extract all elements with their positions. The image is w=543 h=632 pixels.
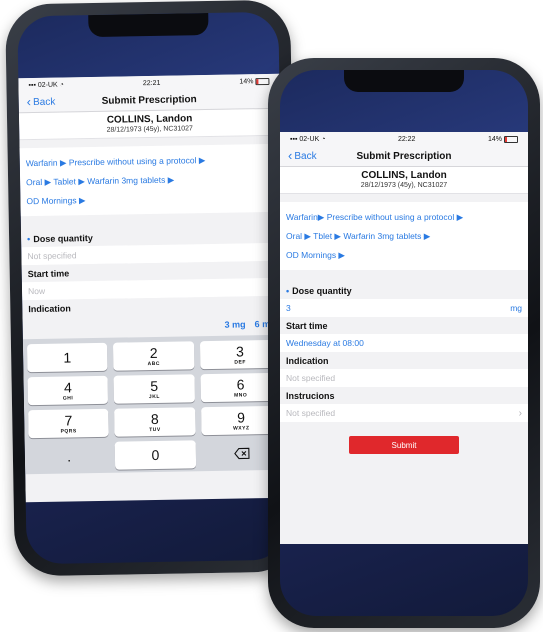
status-time: 22:22 bbox=[397, 135, 416, 143]
chevron-left-icon: ‹ bbox=[26, 94, 32, 110]
key-0[interactable]: 0 bbox=[115, 440, 196, 470]
instructions-field[interactable]: Not specified › bbox=[280, 404, 528, 422]
chevron-right-icon: › bbox=[518, 407, 522, 419]
key-2[interactable]: 2 ABC bbox=[113, 341, 195, 371]
prescription-breadcrumb[interactable]: Warfarin▶ Prescribe without using a prot… bbox=[280, 202, 528, 270]
battery: 14% bbox=[239, 77, 270, 85]
app-view: ▪▪▪ 02-UK ◔ 22:21 14% ‹ Back Submit Presc… bbox=[18, 73, 287, 503]
key-1[interactable]: 1 bbox=[26, 342, 108, 373]
dose-quantity-label: • Dose quantity bbox=[280, 282, 528, 299]
dose-unit: mg bbox=[510, 303, 522, 313]
required-dot-icon: • bbox=[286, 285, 290, 296]
quick-dose-option[interactable]: 3 mg bbox=[225, 319, 246, 329]
key-4[interactable]: 4 GHI bbox=[27, 375, 109, 406]
phone-left-screen: ▪▪▪ 02-UK ◔ 22:21 14% ‹ Back Submit Presc… bbox=[17, 11, 288, 565]
carrier-label: ▪▪▪ 02-UK ◔ bbox=[28, 81, 64, 89]
phone-right: ▪▪▪ 02-UK ◔ 22:22 14% ‹ Back Submit Presc… bbox=[268, 58, 540, 628]
key-7[interactable]: 7 PQRS bbox=[28, 408, 109, 439]
chevron-left-icon: ‹ bbox=[288, 148, 293, 163]
wifi-icon: ◔ bbox=[59, 81, 64, 89]
breadcrumb-line[interactable]: Warfarin▶ Prescribe without using a prot… bbox=[286, 208, 522, 227]
breadcrumb-line[interactable]: OD Mornings ▶ bbox=[286, 246, 522, 265]
numeric-keypad: 1 2 ABC 3 DEF 4 GHI 5 JKL 6 MNO 7 PQRS 8 TUV 9W… bbox=[22, 334, 287, 475]
required-dot-icon: • bbox=[27, 233, 31, 244]
nav-bar: ‹ Back Submit Prescription bbox=[280, 146, 528, 167]
carrier-label: ▪▪▪ 02-UK ◔ bbox=[290, 135, 326, 143]
indication-label: Indication bbox=[280, 352, 528, 369]
submit-button[interactable]: Submit bbox=[349, 436, 459, 454]
phone-left: ▪▪▪ 02-UK ◔ 22:21 14% ‹ Back Submit Presc… bbox=[5, 0, 300, 577]
indication-field[interactable]: Not specified bbox=[280, 369, 528, 387]
prescription-breadcrumb[interactable]: Warfarin ▶ Prescribe without using a pro… bbox=[19, 143, 282, 217]
status-time: 22:21 bbox=[142, 79, 161, 87]
patient-banner: COLLINS, Landon 28/12/1973 (45y), NC3102… bbox=[280, 167, 528, 194]
breadcrumb-line[interactable]: Oral ▶ Tblet ▶ Warfarin 3mg tablets ▶ bbox=[286, 227, 522, 246]
battery: 14% bbox=[488, 135, 518, 143]
back-button[interactable]: ‹ Back bbox=[280, 148, 317, 163]
notch bbox=[344, 70, 464, 92]
page-title: Submit Prescription bbox=[356, 150, 452, 162]
signal-icon: ▪▪▪ bbox=[290, 135, 300, 143]
key-5[interactable]: 5 JKL bbox=[113, 374, 195, 404]
back-button[interactable]: ‹ Back bbox=[19, 94, 56, 110]
backspace-icon bbox=[234, 447, 250, 460]
patient-name: COLLINS, Landon bbox=[361, 170, 447, 181]
wifi-icon: ◔ bbox=[321, 135, 326, 143]
breadcrumb-line[interactable]: OD Mornings ▶ bbox=[26, 188, 275, 211]
dose-quantity-input[interactable]: 3 mg bbox=[280, 299, 528, 317]
page-title: Submit Prescription bbox=[101, 93, 197, 107]
dose-value: 3 bbox=[286, 303, 291, 313]
battery-icon bbox=[504, 135, 518, 143]
start-time-field[interactable]: Wednesday at 08:00 bbox=[280, 334, 528, 352]
status-bar: ▪▪▪ 02-UK ◔ 22:22 14% bbox=[280, 132, 528, 146]
key-dot[interactable]: . bbox=[29, 442, 110, 471]
instructions-label: Instrucions bbox=[280, 387, 528, 404]
patient-details: 28/12/1973 (45y), NC31027 bbox=[360, 182, 448, 189]
key-8[interactable]: 8 TUV bbox=[114, 407, 196, 437]
notch bbox=[87, 12, 209, 38]
patient-banner: COLLINS, Landon 28/12/1973 (45y), NC3102… bbox=[18, 108, 281, 141]
battery-icon bbox=[255, 77, 270, 85]
phone-right-screen: ▪▪▪ 02-UK ◔ 22:22 14% ‹ Back Submit Presc… bbox=[280, 70, 528, 616]
app-view: ▪▪▪ 02-UK ◔ 22:22 14% ‹ Back Submit Presc… bbox=[280, 132, 528, 544]
start-time-label: Start time bbox=[280, 317, 528, 334]
